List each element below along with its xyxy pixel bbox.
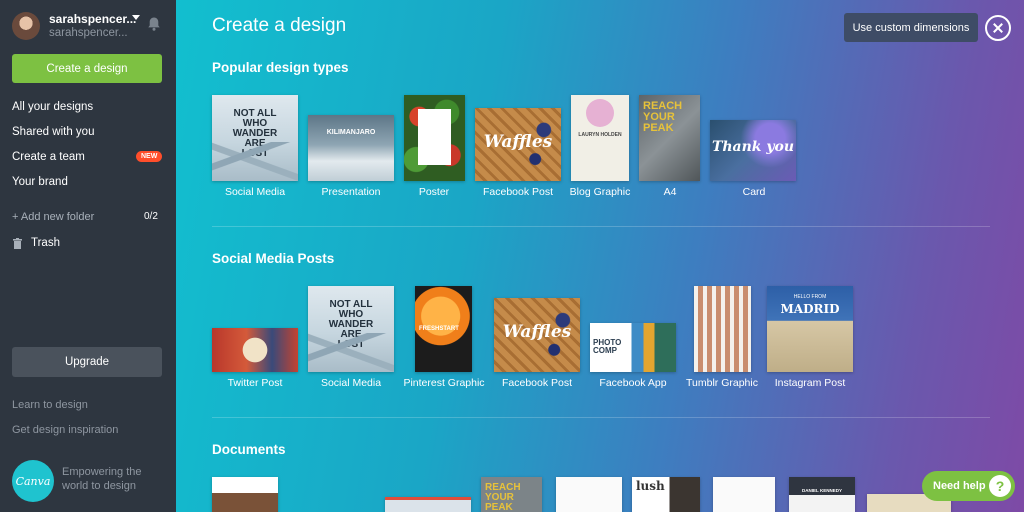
section-title-documents: Documents xyxy=(212,442,286,457)
thumb-facebook-post-2[interactable]: Waffles xyxy=(494,298,580,372)
folder-count: 0/2 xyxy=(144,211,158,222)
chevron-down-icon[interactable] xyxy=(132,15,140,20)
label-social-media-2[interactable]: Social Media xyxy=(321,377,381,389)
divider xyxy=(212,226,990,227)
add-folder-link[interactable]: + Add new folder xyxy=(12,211,94,223)
thumb-pinterest-graphic[interactable]: FRESHSTART xyxy=(415,286,472,372)
new-badge: NEW xyxy=(136,151,163,162)
page-title: Create a design xyxy=(212,15,347,36)
thumb-document[interactable]: DANIEL KENNEDY xyxy=(789,477,855,512)
user-menu[interactable]: sarahspencer... sarahspencer... xyxy=(12,12,172,44)
thumb-text: NOT ALL WHO WANDER ARE LOST xyxy=(328,299,374,350)
create-design-button[interactable]: Create a design xyxy=(12,54,162,83)
thumb-social-media-2[interactable]: NOT ALL WHO WANDER ARE LOST xyxy=(308,286,394,372)
label-poster[interactable]: Poster xyxy=(419,186,449,198)
thumb-text: FRESHSTART xyxy=(419,326,459,332)
thumb-text: Waffles xyxy=(502,322,572,342)
thumb-instagram-post[interactable]: HELLO FROM MADRID xyxy=(767,286,853,372)
thumb-document[interactable]: REACH YOUR PEAK xyxy=(481,477,542,512)
section-title-popular: Popular design types xyxy=(212,60,349,75)
label-tumblr-graphic[interactable]: Tumblr Graphic xyxy=(686,377,758,389)
user-name[interactable]: sarahspencer... xyxy=(49,12,136,26)
thumb-text: LAURYN HOLDEN xyxy=(578,132,622,138)
label-blog-graphic[interactable]: Blog Graphic xyxy=(570,186,631,198)
label-facebook-app[interactable]: Facebook App xyxy=(599,377,666,389)
create-design-panel: Create a design Use custom dimensions Po… xyxy=(176,0,1024,512)
thumb-social-media[interactable]: NOT ALL WHO WANDER ARE LOST xyxy=(212,95,298,181)
thumb-text: NOT ALL WHO WANDER ARE LOST xyxy=(232,108,278,159)
label-instagram-post[interactable]: Instagram Post xyxy=(775,377,846,389)
label-a4[interactable]: A4 xyxy=(664,186,677,198)
thumb-text: KILIMANJARO xyxy=(326,129,376,136)
thumb-text: Waffles xyxy=(483,132,553,152)
thumb-text: REACH YOUR PEAK xyxy=(485,482,521,512)
nav-shared-with-you[interactable]: Shared with you xyxy=(12,126,94,138)
custom-dimensions-button[interactable]: Use custom dimensions xyxy=(844,13,978,42)
tagline: Empowering the world to design xyxy=(62,466,142,492)
thumb-tumblr-graphic[interactable] xyxy=(694,286,751,372)
label-presentation[interactable]: Presentation xyxy=(322,186,381,198)
avatar[interactable] xyxy=(12,12,40,40)
need-help-button[interactable]: Need help ? xyxy=(922,471,1015,501)
user-email: sarahspencer... xyxy=(49,27,128,39)
thumb-presentation[interactable]: KILIMANJARO xyxy=(308,115,394,181)
thumb-card[interactable]: Thank you xyxy=(710,120,796,181)
label-pinterest-graphic[interactable]: Pinterest Graphic xyxy=(403,377,484,389)
thumb-document[interactable] xyxy=(212,477,278,512)
label-facebook-post[interactable]: Facebook Post xyxy=(483,186,553,198)
need-help-label: Need help xyxy=(933,480,986,492)
thumb-text: MADRID xyxy=(780,302,840,316)
label-twitter-post[interactable]: Twitter Post xyxy=(228,377,283,389)
thumb-document[interactable]: lush xyxy=(632,477,700,512)
label-card[interactable]: Card xyxy=(743,186,766,198)
thumb-text: DANIEL KENNEDY xyxy=(802,488,842,493)
nav-create-team[interactable]: Create a team xyxy=(12,151,85,163)
learn-to-design-link[interactable]: Learn to design xyxy=(12,399,88,411)
thumb-twitter-post[interactable] xyxy=(212,328,298,372)
thumb-blog-graphic[interactable]: LAURYN HOLDEN xyxy=(571,95,629,181)
thumb-facebook-app[interactable]: PHOTO COMP xyxy=(590,323,676,372)
thumb-poster[interactable] xyxy=(404,95,465,181)
thumb-text: lush xyxy=(636,479,665,493)
close-icon[interactable] xyxy=(985,15,1011,41)
thumb-text: PHOTO COMP xyxy=(593,338,622,355)
canva-logo[interactable]: Canva xyxy=(12,460,54,502)
thumb-document[interactable] xyxy=(713,477,775,512)
help-icon: ? xyxy=(989,475,1011,497)
nav-your-brand[interactable]: Your brand xyxy=(12,176,68,188)
nav-trash[interactable]: Trash xyxy=(31,237,60,249)
thumb-text: Thank you xyxy=(711,139,795,155)
label-facebook-post-2[interactable]: Facebook Post xyxy=(502,377,572,389)
design-inspiration-link[interactable]: Get design inspiration xyxy=(12,424,118,436)
label-social-media[interactable]: Social Media xyxy=(225,186,285,198)
sidebar: sarahspencer... sarahspencer... Create a… xyxy=(0,0,176,512)
thumb-document[interactable] xyxy=(385,497,471,512)
thumb-facebook-post[interactable]: Waffles xyxy=(475,108,561,181)
nav-all-designs[interactable]: All your designs xyxy=(12,101,93,113)
upgrade-button[interactable]: Upgrade xyxy=(12,347,162,377)
thumb-a4[interactable]: REACH YOUR PEAK xyxy=(639,95,700,181)
thumb-text: REACH YOUR PEAK xyxy=(643,100,683,134)
section-title-social: Social Media Posts xyxy=(212,251,335,266)
bell-icon[interactable] xyxy=(146,16,162,32)
divider xyxy=(212,417,990,418)
trash-icon[interactable] xyxy=(13,238,22,249)
thumb-document[interactable] xyxy=(556,477,622,512)
thumb-text: HELLO FROM xyxy=(793,294,827,300)
